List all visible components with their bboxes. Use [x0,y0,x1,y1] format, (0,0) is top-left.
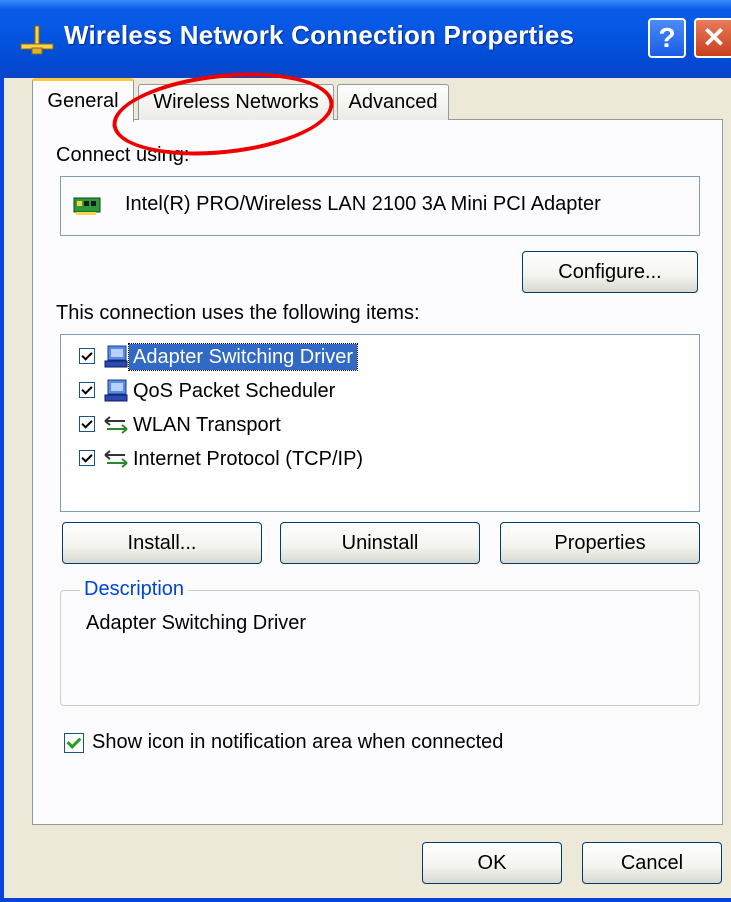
item-label: QoS Packet Scheduler [133,380,336,402]
item-checkbox[interactable] [79,416,95,432]
computer-network-icon [104,379,128,402]
adapter-name: Intel(R) PRO/Wireless LAN 2100 3A Mini P… [125,193,601,215]
item-checkbox[interactable] [79,382,95,398]
install-button[interactable]: Install... [62,522,262,564]
help-button[interactable]: ? [648,18,686,58]
item-checkbox[interactable] [79,450,95,466]
show-icon-checkbox[interactable] [64,733,84,753]
uninstall-button[interactable]: Uninstall [280,522,480,564]
cancel-button[interactable]: Cancel [582,842,722,884]
item-label: WLAN Transport [133,414,281,436]
close-button[interactable]: ✕ [694,18,731,58]
network-connection-icon [20,25,54,55]
show-icon-label[interactable]: Show icon in notification area when conn… [92,731,503,754]
items-list[interactable]: Adapter Switching Driver QoS Packet Sche… [60,334,700,512]
computer-network-icon [104,345,128,368]
adapter-field: Intel(R) PRO/Wireless LAN 2100 3A Mini P… [60,176,700,236]
items-label: This connection uses the following items… [56,302,420,324]
description-group [60,590,700,706]
title-bar[interactable]: Wireless Network Connection Properties ?… [0,0,731,78]
configure-button[interactable]: Configure... [522,251,698,293]
description-text: Adapter Switching Driver [86,612,307,634]
item-label: Internet Protocol (TCP/IP) [133,448,364,470]
item-checkbox[interactable] [79,348,95,364]
tab-advanced[interactable]: Advanced [337,84,449,120]
ok-button[interactable]: OK [422,842,562,884]
protocol-icon [104,450,128,468]
network-card-icon [73,197,101,215]
protocol-icon [104,416,128,434]
properties-button[interactable]: Properties [500,522,700,564]
properties-dialog: Wireless Network Connection Properties ?… [0,0,731,902]
description-legend: Description [80,578,189,601]
window-title: Wireless Network Connection Properties [64,20,575,50]
item-label: Adapter Switching Driver [127,343,359,371]
